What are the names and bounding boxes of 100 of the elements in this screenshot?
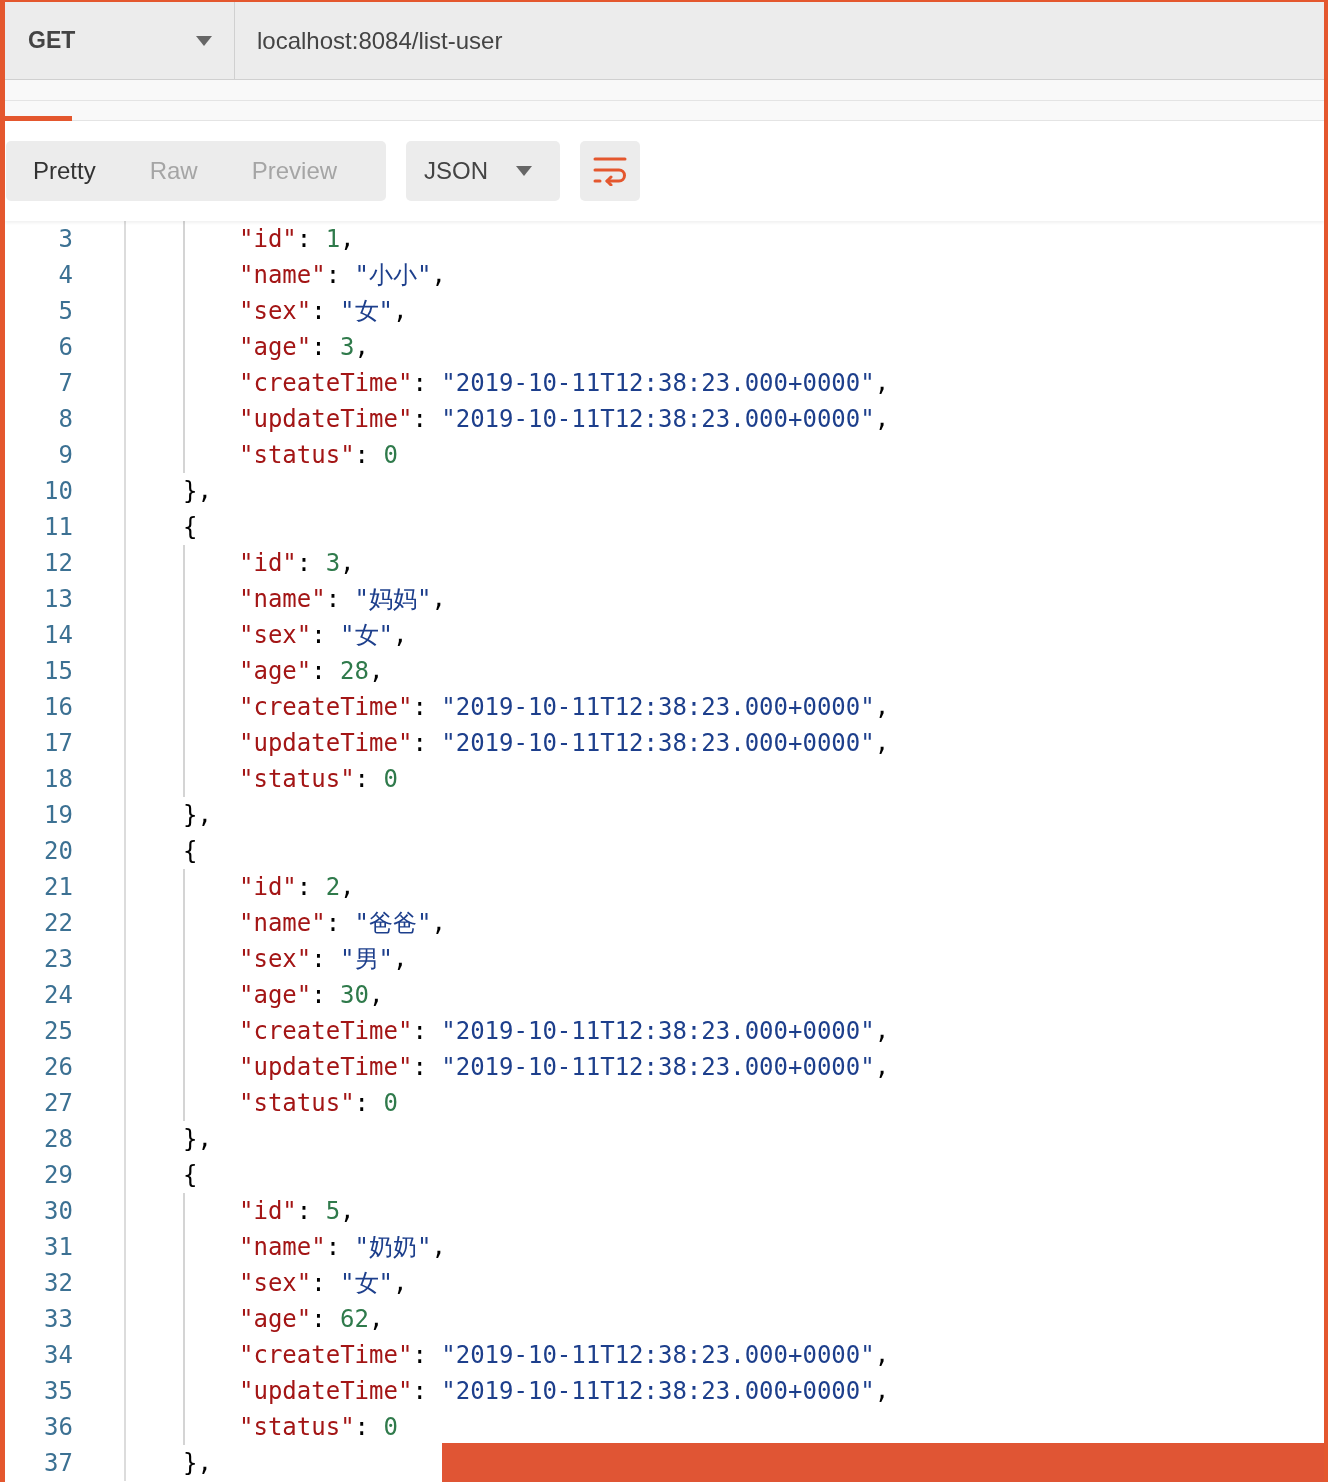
line-number: 21: [44, 873, 73, 901]
line-number: 37: [44, 1449, 73, 1477]
line-number: 8: [58, 405, 73, 433]
colon: :: [311, 1268, 326, 1299]
line-number: 19: [44, 801, 73, 829]
json-key: "sex": [239, 941, 312, 977]
line-number: 28: [44, 1125, 73, 1153]
line-number: 34: [44, 1341, 73, 1369]
colon: :: [311, 620, 326, 651]
line-number: 33: [44, 1305, 73, 1333]
json-value: 28: [340, 656, 369, 687]
line-number: 17: [44, 729, 73, 757]
line-number: 13: [44, 585, 73, 613]
comma: ,: [874, 1376, 890, 1407]
comma: ,: [874, 692, 890, 723]
active-tab-indicator: [5, 116, 72, 121]
json-key: "sex": [239, 293, 312, 329]
wrap-lines-icon: [593, 156, 627, 186]
code-brace: },: [183, 476, 212, 507]
json-key: "id": [239, 221, 297, 257]
json-key: "name": [239, 257, 326, 293]
json-value: 62: [340, 1304, 369, 1335]
wrap-lines-button[interactable]: [580, 141, 640, 201]
json-value: "男": [340, 944, 393, 975]
colon: :: [325, 1232, 341, 1263]
line-number: 7: [58, 369, 73, 397]
line-number: 24: [44, 981, 73, 1009]
line-number: 20: [44, 837, 73, 865]
comma: ,: [393, 944, 408, 975]
url-field[interactable]: localhost:8084/list-user: [235, 2, 503, 79]
code-brace: {: [183, 836, 198, 867]
json-key: "createTime": [239, 365, 413, 401]
colon: :: [311, 656, 326, 687]
json-key: "age": [239, 329, 312, 365]
comma: ,: [340, 224, 355, 255]
json-value: "奶奶": [354, 1232, 432, 1263]
line-number: 4: [58, 261, 73, 289]
line-number: 22: [44, 909, 73, 937]
json-key: "name": [239, 1229, 326, 1265]
json-value: "2019-10-11T12:38:23.000+0000": [441, 692, 875, 723]
json-value: "2019-10-11T12:38:23.000+0000": [441, 1052, 875, 1083]
json-key: "status": [239, 761, 355, 797]
comma: ,: [354, 332, 369, 363]
json-value: 5: [325, 1196, 341, 1227]
colon: :: [412, 1052, 427, 1083]
comma: ,: [369, 1304, 384, 1335]
colon: :: [311, 332, 326, 363]
line-number: 35: [44, 1377, 73, 1405]
json-key: "createTime": [239, 689, 413, 725]
format-dropdown[interactable]: JSON: [406, 141, 560, 201]
comma: ,: [431, 260, 446, 291]
colon: :: [412, 1376, 427, 1407]
method-dropdown[interactable]: GET: [5, 2, 235, 79]
json-value: 30: [340, 980, 369, 1011]
json-value: "2019-10-11T12:38:23.000+0000": [441, 728, 875, 759]
json-value: "女": [340, 1268, 393, 1299]
json-key: "createTime": [239, 1013, 413, 1049]
json-value: 2: [325, 872, 341, 903]
colon: :: [412, 728, 427, 759]
view-tab[interactable]: Pretty: [6, 141, 123, 201]
json-value: 0: [383, 1412, 398, 1443]
line-number: 25: [44, 1017, 73, 1045]
json-key: "name": [239, 581, 326, 617]
json-value: 1: [325, 224, 341, 255]
comma: ,: [431, 1232, 446, 1263]
json-key: "age": [239, 1301, 312, 1337]
colon: :: [325, 260, 341, 291]
line-number: 9: [58, 441, 73, 469]
comma: ,: [369, 656, 384, 687]
json-value: 0: [383, 440, 398, 471]
json-value: "2019-10-11T12:38:23.000+0000": [441, 1340, 875, 1371]
json-value: "2019-10-11T12:38:23.000+0000": [441, 1376, 875, 1407]
comma: ,: [340, 872, 355, 903]
colon: :: [354, 1088, 370, 1119]
line-number: 5: [58, 297, 73, 325]
line-number: 30: [44, 1197, 73, 1225]
line-number: 12: [44, 549, 73, 577]
json-value: 3: [325, 548, 341, 579]
json-key: "status": [239, 437, 355, 473]
json-key: "id": [239, 1193, 297, 1229]
code-brace: },: [183, 800, 212, 831]
comma: ,: [393, 620, 408, 651]
comma: ,: [431, 584, 446, 615]
json-value: "2019-10-11T12:38:23.000+0000": [441, 404, 875, 435]
line-number: 16: [44, 693, 73, 721]
comma: ,: [874, 1016, 890, 1047]
colon: :: [296, 872, 312, 903]
line-number: 31: [44, 1233, 73, 1261]
json-key: "sex": [239, 617, 312, 653]
json-value: 0: [383, 1088, 398, 1119]
json-key: "status": [239, 1085, 355, 1121]
code-brace: },: [183, 1124, 212, 1155]
comma: ,: [393, 1268, 408, 1299]
json-key: "age": [239, 977, 312, 1013]
json-key: "id": [239, 545, 297, 581]
json-value: "2019-10-11T12:38:23.000+0000": [441, 368, 875, 399]
colon: :: [412, 692, 427, 723]
line-number: 29: [44, 1161, 73, 1189]
json-value: "2019-10-11T12:38:23.000+0000": [441, 1016, 875, 1047]
colon: :: [311, 980, 326, 1011]
